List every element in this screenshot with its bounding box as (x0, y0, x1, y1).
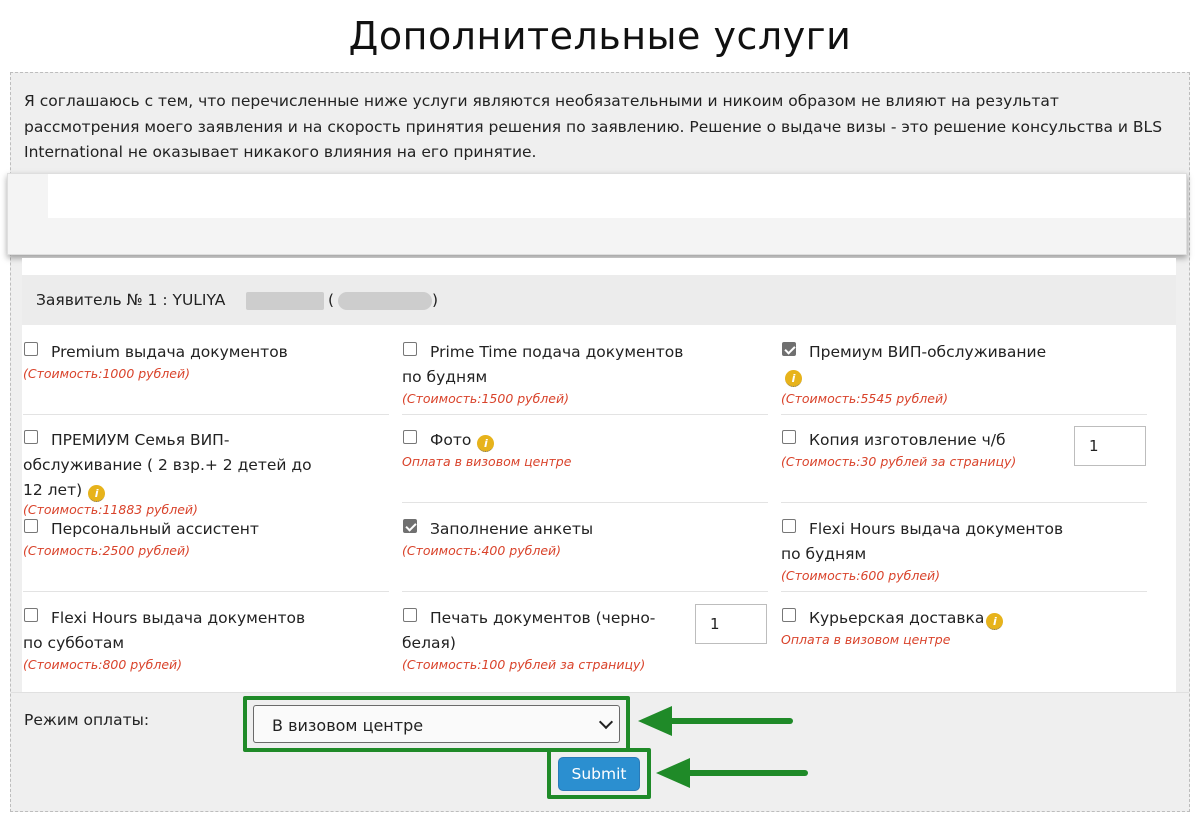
service-name: Premium выдача документов (51, 343, 288, 361)
arrow-left-icon (638, 706, 793, 736)
redacted-surname (246, 292, 324, 310)
info-icon[interactable]: i (477, 435, 495, 452)
service-form-filling: Заполнение анкеты (Стоимость:400 рублей) (402, 517, 768, 592)
service-premium-issue: Premium выдача документов (Стоимость:100… (23, 340, 389, 415)
panel-shade-bottom (8, 218, 1186, 254)
service-name: Курьерская доставка i (781, 606, 1147, 631)
service-checkbox[interactable] (782, 519, 796, 533)
info-icon[interactable]: i (986, 613, 1004, 630)
arrow-left-icon (656, 758, 808, 788)
service-price: (Стоимость:600 рублей) (781, 568, 941, 583)
service-checkbox[interactable] (782, 608, 796, 622)
service-courier: Курьерская доставка i Оплата в визовом це… (781, 606, 1147, 678)
service-prime-time: Prime Time подача документов по будням (… (402, 340, 768, 415)
service-name: Flexi Hours выдача документов по суббота… (23, 609, 306, 652)
info-icon[interactable]: i (785, 370, 802, 387)
service-checkbox[interactable] (24, 608, 38, 622)
service-price: Оплата в визовом центре (781, 632, 951, 647)
service-price: (Стоимость:800 рублей) (23, 657, 183, 672)
submit-button[interactable]: Submit (558, 757, 640, 791)
copy-quantity-input[interactable] (1074, 426, 1146, 466)
service-photo: Фото i Оплата в визовом центре (402, 428, 768, 503)
service-checkbox[interactable] (403, 608, 417, 622)
service-name: Flexi Hours выдача документов по будням (781, 520, 1064, 563)
service-price: (Стоимость:2500 рублей) (23, 543, 190, 558)
info-icon[interactable]: i (88, 485, 106, 502)
service-checkbox[interactable] (24, 430, 38, 444)
service-price: (Стоимость:1500 рублей) (402, 391, 569, 406)
service-price: (Стоимость:400 рублей) (402, 543, 562, 558)
payment-mode-selected: В визовом центре (272, 716, 424, 735)
service-premium-family: ПРЕМИУМ Семья ВИП-обслуживание ( 2 взр.+… (23, 428, 389, 517)
chevron-down-icon (598, 714, 614, 730)
payment-mode-label: Режим оплаты: (24, 711, 150, 729)
service-name-text: Фото (430, 431, 472, 449)
disclaimer-text: Я соглашаюсь с тем, что перечисленные ни… (24, 92, 1163, 161)
service-price: (Стоимость:5545 рублей) (781, 391, 948, 406)
service-checkbox-checked[interactable] (782, 342, 796, 356)
service-checkbox[interactable] (24, 342, 38, 356)
service-name: Печать документов (черно-белая) (402, 609, 656, 652)
service-name: Prime Time подача документов по будням (402, 343, 684, 386)
service-name-text: ПРЕМИУМ Семья ВИП-обслуживание ( 2 взр.+… (23, 431, 312, 499)
service-checkbox[interactable] (782, 430, 796, 444)
service-name: Персональный ассистент (51, 520, 259, 538)
service-checkbox-checked[interactable] (403, 519, 417, 533)
print-quantity-input[interactable] (695, 604, 767, 644)
blank-panel (7, 173, 1187, 255)
service-flexi-saturday: Flexi Hours выдача документов по суббота… (23, 606, 389, 678)
page-title: Дополнительные услуги (348, 14, 852, 58)
service-checkbox[interactable] (403, 342, 417, 356)
payment-mode-select[interactable]: В визовом центре (253, 705, 620, 743)
service-price: (Стоимость:11883 рублей) (23, 502, 198, 517)
service-price: (Стоимость:1000 рублей) (23, 366, 190, 381)
applicant-header: Заявитель № 1 : YULIYA ( ) (22, 275, 1176, 325)
redacted-passport (338, 292, 432, 310)
service-name: Заполнение анкеты (430, 520, 594, 538)
applicant-label: Заявитель № 1 : YULIYA (36, 291, 226, 309)
service-name-text: Курьерская доставка (809, 609, 985, 627)
service-name: Фото i (402, 428, 768, 453)
service-premium-vip: Премиум ВИП-обслуживание i (Стоимость:55… (781, 340, 1147, 415)
service-price: Оплата в визовом центре (402, 454, 572, 469)
service-checkbox[interactable] (24, 519, 38, 533)
service-price: (Стоимость:100 рублей за страницу) (402, 657, 646, 672)
service-name: Премиум ВИП-обслуживание (809, 343, 1047, 361)
paren-open: ( (328, 291, 335, 309)
service-checkbox[interactable] (403, 430, 417, 444)
service-name: ПРЕМИУМ Семья ВИП-обслуживание ( 2 взр.+… (23, 428, 313, 503)
service-personal-assistant: Персональный ассистент (Стоимость:2500 р… (23, 517, 389, 592)
paren-close: ) (432, 291, 439, 309)
service-name: Копия изготовление ч/б (809, 431, 1006, 449)
service-flexi-weekdays: Flexi Hours выдача документов по будням … (781, 517, 1147, 592)
